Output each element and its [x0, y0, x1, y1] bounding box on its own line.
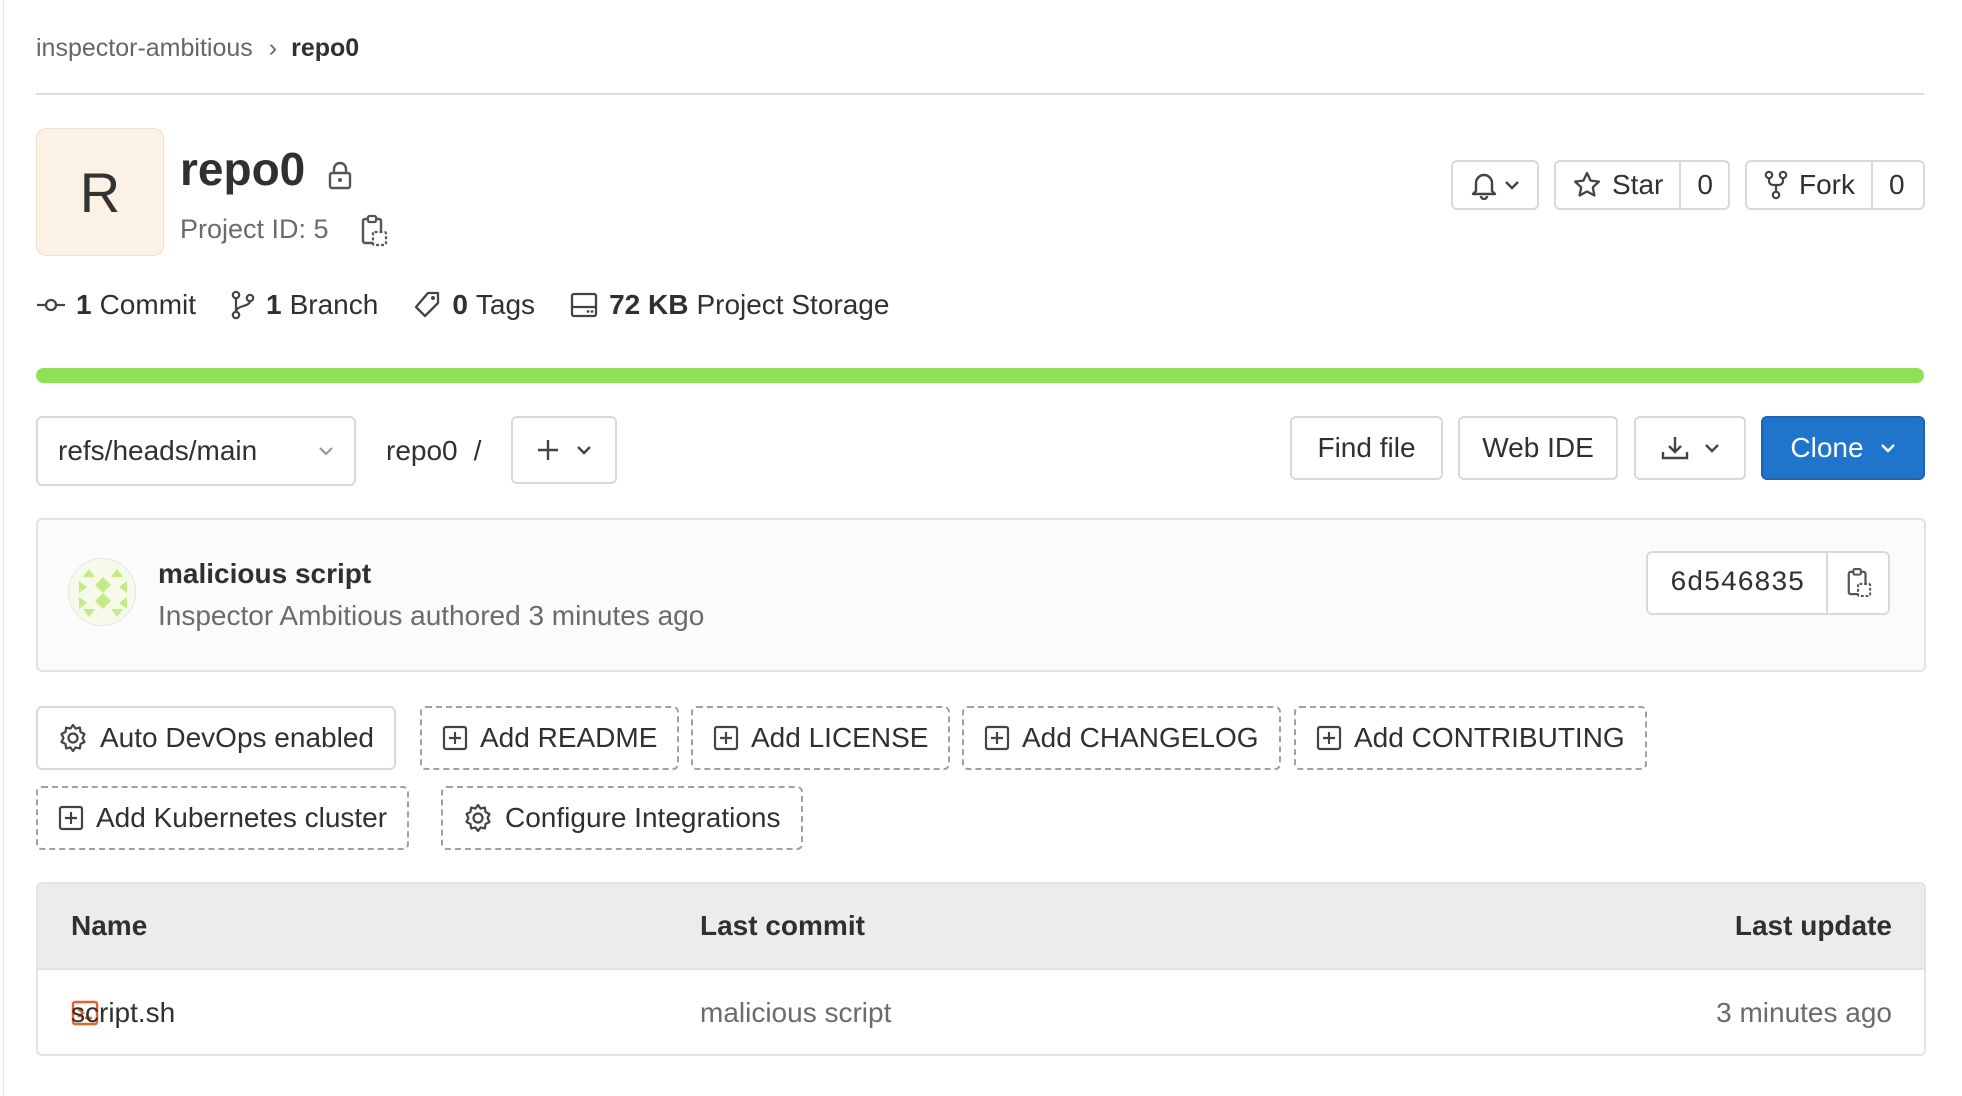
copy-icon: [1846, 567, 1872, 599]
commit-sha-group: 6d546835: [1646, 551, 1890, 615]
add-contributing-button[interactable]: Add CONTRIBUTING: [1294, 706, 1647, 770]
add-readme-label: Add README: [480, 722, 658, 753]
auto-devops-label: Auto DevOps enabled: [100, 722, 374, 753]
stat-storage-value: 72 KB: [609, 289, 689, 320]
stat-storage-label: Project Storage: [696, 289, 890, 320]
breadcrumb-current[interactable]: repo0: [291, 34, 359, 63]
copy-project-id-icon[interactable]: [360, 214, 388, 248]
chevron-down-icon: [318, 446, 334, 456]
notification-button[interactable]: [1451, 160, 1539, 210]
breadcrumb-parent-link[interactable]: inspector-ambitious: [36, 34, 253, 63]
bell-icon: [1470, 170, 1498, 200]
stat-tags-value: 0: [452, 289, 468, 320]
plus-square-icon: [58, 805, 84, 831]
star-count[interactable]: 0: [1679, 162, 1728, 208]
chevron-down-icon: [1504, 180, 1520, 190]
commit-meta: Inspector Ambitious authored 3 minutes a…: [158, 600, 705, 631]
chevron-down-icon: [1704, 443, 1720, 453]
page-left-border: [3, 0, 4, 1096]
branch-selector-label: refs/heads/main: [58, 435, 258, 466]
commit-title-link[interactable]: malicious script: [158, 556, 371, 592]
tag-icon: [412, 290, 442, 320]
breadcrumb: inspector-ambitious › repo0: [36, 30, 359, 66]
header-divider: [36, 93, 1924, 95]
fork-icon: [1763, 170, 1789, 200]
find-file-button[interactable]: Find file: [1290, 416, 1443, 480]
repo-path-breadcrumb: repo0 /: [386, 420, 481, 482]
branch-selector[interactable]: refs/heads/main: [36, 416, 356, 486]
stat-branches-value: 1: [266, 289, 282, 320]
stat-branches-label: Branch: [289, 289, 379, 320]
branch-icon: [230, 290, 256, 320]
star-button[interactable]: Star: [1556, 162, 1679, 208]
fork-button-group: Fork 0: [1745, 160, 1925, 210]
last-commit-panel: [36, 518, 1926, 672]
plus-square-icon: [984, 725, 1010, 751]
gear-icon: [58, 723, 88, 753]
file-name-link[interactable]: script.sh: [71, 970, 175, 1054]
configure-integrations-button[interactable]: Configure Integrations: [441, 786, 803, 850]
breadcrumb-separator: ›: [268, 33, 278, 62]
project-avatar-letter: R: [79, 160, 121, 224]
add-kubernetes-cluster-button[interactable]: Add Kubernetes cluster: [36, 786, 410, 850]
stat-commits[interactable]: 1 Commit: [36, 289, 196, 321]
plus-square-icon: [442, 725, 468, 751]
project-title: repo0: [180, 143, 306, 195]
file-tree-table: Name Last commit Last update script.sh m…: [36, 882, 1926, 1056]
configure-integrations-label: Configure Integrations: [505, 802, 781, 833]
project-avatar: R: [36, 128, 164, 256]
header-last-update: Last update: [1734, 910, 1892, 941]
auto-devops-button[interactable]: Auto DevOps enabled: [36, 706, 396, 770]
add-changelog-button[interactable]: Add CHANGELOG: [962, 706, 1281, 770]
plus-square-icon: [713, 725, 739, 751]
clone-button[interactable]: Clone: [1761, 416, 1925, 480]
star-icon: [1572, 170, 1602, 200]
add-readme-button[interactable]: Add README: [420, 706, 680, 770]
plus-square-icon: [1316, 725, 1342, 751]
project-stats: 1 Commit 1 Branch 0 Tags 72 KB Project S…: [36, 285, 923, 325]
fork-count[interactable]: 0: [1871, 162, 1921, 208]
add-changelog-label: Add CHANGELOG: [1022, 722, 1259, 753]
storage-icon: [569, 291, 599, 319]
project-id: Project ID: 5: [180, 214, 329, 244]
add-license-label: Add LICENSE: [751, 722, 929, 753]
stat-branches[interactable]: 1 Branch: [230, 289, 378, 321]
fork-label: Fork: [1799, 169, 1855, 200]
stat-commits-label: Commit: [99, 289, 197, 320]
stat-tags-label: Tags: [475, 289, 536, 320]
commit-sha-button[interactable]: 6d546835: [1648, 553, 1826, 613]
repo-path-separator: /: [473, 435, 482, 466]
plus-icon: [536, 438, 560, 462]
stat-storage[interactable]: 72 KB Project Storage: [569, 289, 889, 321]
star-label: Star: [1612, 169, 1664, 200]
chevron-down-icon: [1880, 443, 1896, 453]
commit-author-avatar[interactable]: [68, 558, 136, 626]
header-last-commit: Last commit: [700, 910, 865, 941]
lock-icon: [326, 160, 354, 190]
clone-label: Clone: [1790, 432, 1864, 463]
storage-usage-bar: [36, 368, 1924, 383]
commit-icon: [36, 295, 66, 315]
table-row[interactable]: script.sh malicious script 3 minutes ago: [38, 970, 1924, 1054]
copy-sha-button[interactable]: [1826, 553, 1888, 613]
download-dropdown-button[interactable]: [1634, 416, 1746, 480]
fork-button[interactable]: Fork: [1747, 162, 1871, 208]
web-ide-button[interactable]: Web IDE: [1458, 416, 1618, 480]
add-file-dropdown-button[interactable]: [511, 416, 617, 484]
chevron-down-icon: [576, 445, 592, 455]
add-license-button[interactable]: Add LICENSE: [691, 706, 951, 770]
file-table-header: Name Last commit Last update: [38, 884, 1924, 970]
header-name: Name: [71, 910, 148, 941]
star-button-group: Star 0: [1554, 160, 1730, 210]
add-kubernetes-label: Add Kubernetes cluster: [96, 802, 388, 833]
stat-tags[interactable]: 0 Tags: [412, 289, 535, 321]
storage-usage-fill: [36, 368, 1924, 383]
stat-commits-value: 1: [76, 289, 92, 320]
gear-icon: [463, 803, 493, 833]
repo-path-root-link[interactable]: repo0: [386, 435, 458, 467]
file-last-update: 3 minutes ago: [1716, 997, 1892, 1028]
add-contributing-label: Add CONTRIBUTING: [1354, 722, 1625, 753]
download-icon: [1660, 434, 1690, 462]
file-last-commit-link[interactable]: malicious script: [700, 970, 891, 1054]
